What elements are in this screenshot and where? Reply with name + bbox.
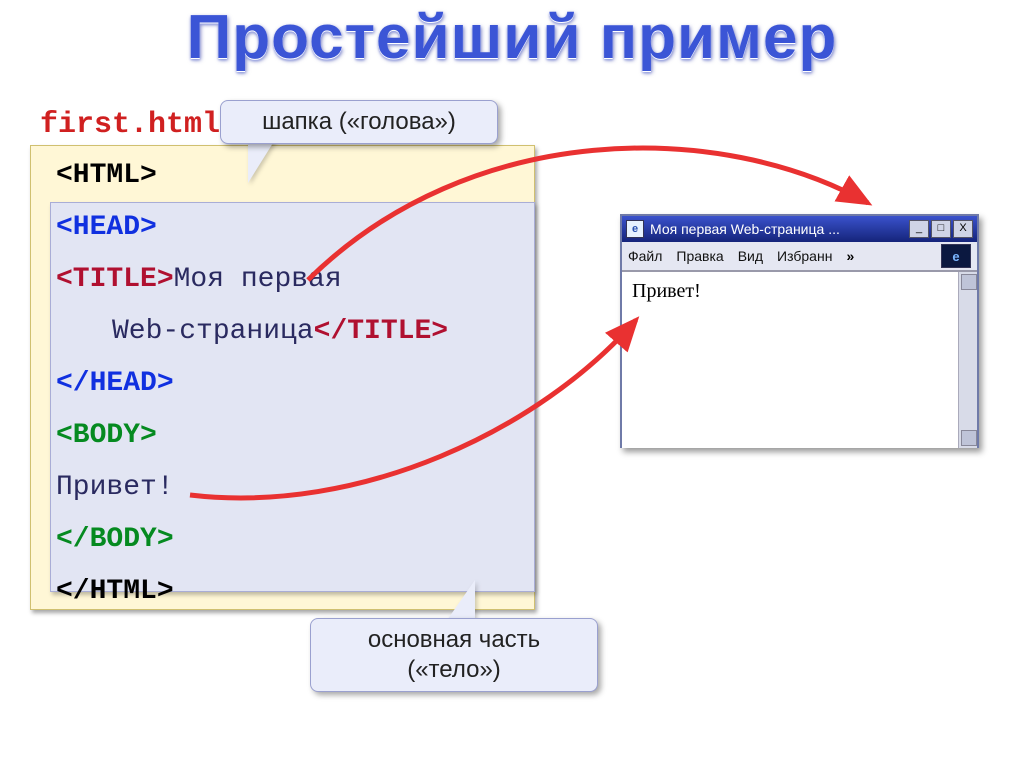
tag-title-close: </TITLE> [314,316,448,347]
browser-page-text: Привет! [632,280,701,303]
browser-titlebar[interactable]: e Моя первая Web-страница ... _ □ X [622,216,977,242]
title-text-line1: Моя первая [174,264,342,295]
callout-head: шапка («голова») [220,100,498,144]
callout-body-tail [445,580,475,623]
browser-content-area: Привет! [622,271,977,448]
close-button[interactable]: X [953,220,973,238]
browser-title-text: Моя первая Web-страница ... [650,221,909,237]
tag-body-open: <BODY> [56,420,157,451]
page-title: Простейший пример [0,2,1024,73]
maximize-button[interactable]: □ [931,220,951,238]
menu-file[interactable]: Файл [628,248,662,264]
menu-view[interactable]: Вид [738,248,763,264]
tag-html-open: <HTML> [56,160,157,191]
browser-window: e Моя первая Web-страница ... _ □ X Файл… [620,214,979,448]
minimize-button[interactable]: _ [909,220,929,238]
code-listing: <HTML> <HEAD> <TITLE>Моя первая Web-стра… [56,150,536,618]
browser-scrollbar[interactable] [958,272,977,448]
ie-logo-icon: e [941,244,971,268]
title-text-line2: Web-страница [112,316,314,347]
menu-edit[interactable]: Правка [676,248,723,264]
tag-html-close: </HTML> [56,576,174,607]
tag-head-close: </HEAD> [56,368,174,399]
tag-body-close: </BODY> [56,524,174,555]
browser-app-icon: e [626,220,644,238]
browser-menubar: Файл Правка Вид Избранн » e [622,242,977,271]
body-text: Привет! [56,472,174,503]
tag-head-open: <HEAD> [56,212,157,243]
menu-favorites[interactable]: Избранн [777,248,832,264]
callout-body-line1: основная часть [329,625,579,655]
menu-more[interactable]: » [846,248,854,264]
tag-title-open: <TITLE> [56,264,174,295]
callout-body: основная часть («тело») [310,618,598,692]
filename-label: first.html [40,108,220,142]
callout-body-line2: («тело») [329,655,579,685]
